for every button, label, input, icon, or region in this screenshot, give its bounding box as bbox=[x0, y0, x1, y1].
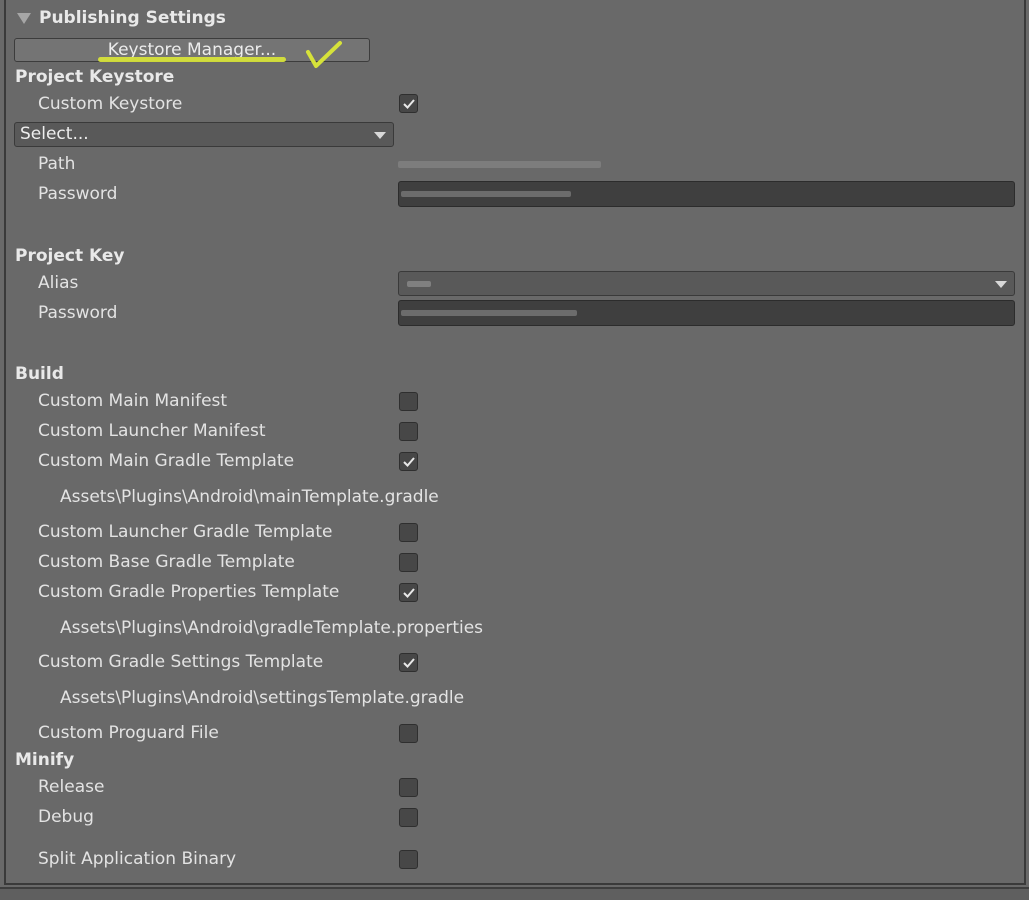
build-heading: Build bbox=[15, 364, 64, 384]
custom-launcher-manifest-checkbox[interactable] bbox=[399, 422, 418, 441]
custom-gradle-properties-template-label: Custom Gradle Properties Template bbox=[38, 582, 340, 602]
custom-launcher-manifest-label: Custom Launcher Manifest bbox=[38, 421, 266, 441]
chevron-down-icon bbox=[995, 281, 1007, 288]
alias-dropdown[interactable] bbox=[398, 271, 1015, 296]
gradle-properties-template-path: Assets\Plugins\Android\gradleTemplate.pr… bbox=[60, 618, 484, 638]
custom-proguard-file-checkbox[interactable] bbox=[399, 724, 418, 743]
checkmark-icon bbox=[402, 587, 415, 598]
minify-release-label: Release bbox=[38, 777, 105, 797]
panel-bottom-edge bbox=[0, 887, 1029, 900]
checkmark-icon bbox=[402, 657, 415, 668]
main-gradle-template-path: Assets\Plugins\Android\mainTemplate.grad… bbox=[60, 487, 439, 507]
minify-debug-checkbox[interactable] bbox=[399, 808, 418, 827]
custom-base-gradle-template-checkbox[interactable] bbox=[399, 553, 418, 572]
alias-label: Alias bbox=[38, 273, 79, 293]
checkmark-icon bbox=[402, 456, 415, 467]
project-key-heading: Project Key bbox=[15, 246, 125, 266]
custom-gradle-properties-template-checkbox[interactable] bbox=[399, 583, 418, 602]
keystore-path-label: Path bbox=[38, 154, 76, 174]
chevron-down-icon bbox=[374, 132, 386, 139]
key-password-label: Password bbox=[38, 303, 118, 323]
minify-debug-label: Debug bbox=[38, 807, 94, 827]
custom-keystore-checkbox[interactable] bbox=[399, 94, 418, 113]
project-keystore-heading: Project Keystore bbox=[15, 67, 175, 87]
custom-main-gradle-template-checkbox[interactable] bbox=[399, 452, 418, 471]
foldout-triangle-icon[interactable] bbox=[17, 12, 31, 24]
custom-base-gradle-template-label: Custom Base Gradle Template bbox=[38, 552, 295, 572]
custom-main-manifest-label: Custom Main Manifest bbox=[38, 391, 228, 411]
minify-heading: Minify bbox=[15, 750, 75, 770]
section-header-label: Publishing Settings bbox=[39, 8, 226, 28]
checkmark-annotation-icon bbox=[306, 41, 342, 68]
key-password-field[interactable] bbox=[398, 300, 1015, 326]
keystore-select-dropdown[interactable]: Select... bbox=[14, 122, 394, 147]
custom-main-gradle-template-label: Custom Main Gradle Template bbox=[38, 451, 295, 471]
minify-release-checkbox[interactable] bbox=[399, 778, 418, 797]
publishing-settings-foldout[interactable]: Publishing Settings bbox=[17, 8, 226, 28]
keystore-select-value: Select... bbox=[20, 124, 89, 144]
gradle-settings-template-path: Assets\Plugins\Android\settingsTemplate.… bbox=[60, 688, 465, 708]
custom-proguard-file-label: Custom Proguard File bbox=[38, 723, 219, 743]
custom-main-manifest-checkbox[interactable] bbox=[399, 392, 418, 411]
checkmark-icon bbox=[402, 98, 415, 109]
highlight-underline-annotation bbox=[98, 57, 286, 62]
custom-launcher-gradle-template-label: Custom Launcher Gradle Template bbox=[38, 522, 333, 542]
keystore-path-value-redacted bbox=[398, 159, 601, 171]
custom-gradle-settings-template-label: Custom Gradle Settings Template bbox=[38, 652, 324, 672]
split-application-binary-label: Split Application Binary bbox=[38, 849, 237, 869]
keystore-password-field[interactable] bbox=[398, 181, 1015, 207]
custom-keystore-label: Custom Keystore bbox=[38, 94, 183, 114]
split-application-binary-checkbox[interactable] bbox=[399, 850, 418, 869]
keystore-password-label: Password bbox=[38, 184, 118, 204]
custom-gradle-settings-template-checkbox[interactable] bbox=[399, 653, 418, 672]
custom-launcher-gradle-template-checkbox[interactable] bbox=[399, 523, 418, 542]
